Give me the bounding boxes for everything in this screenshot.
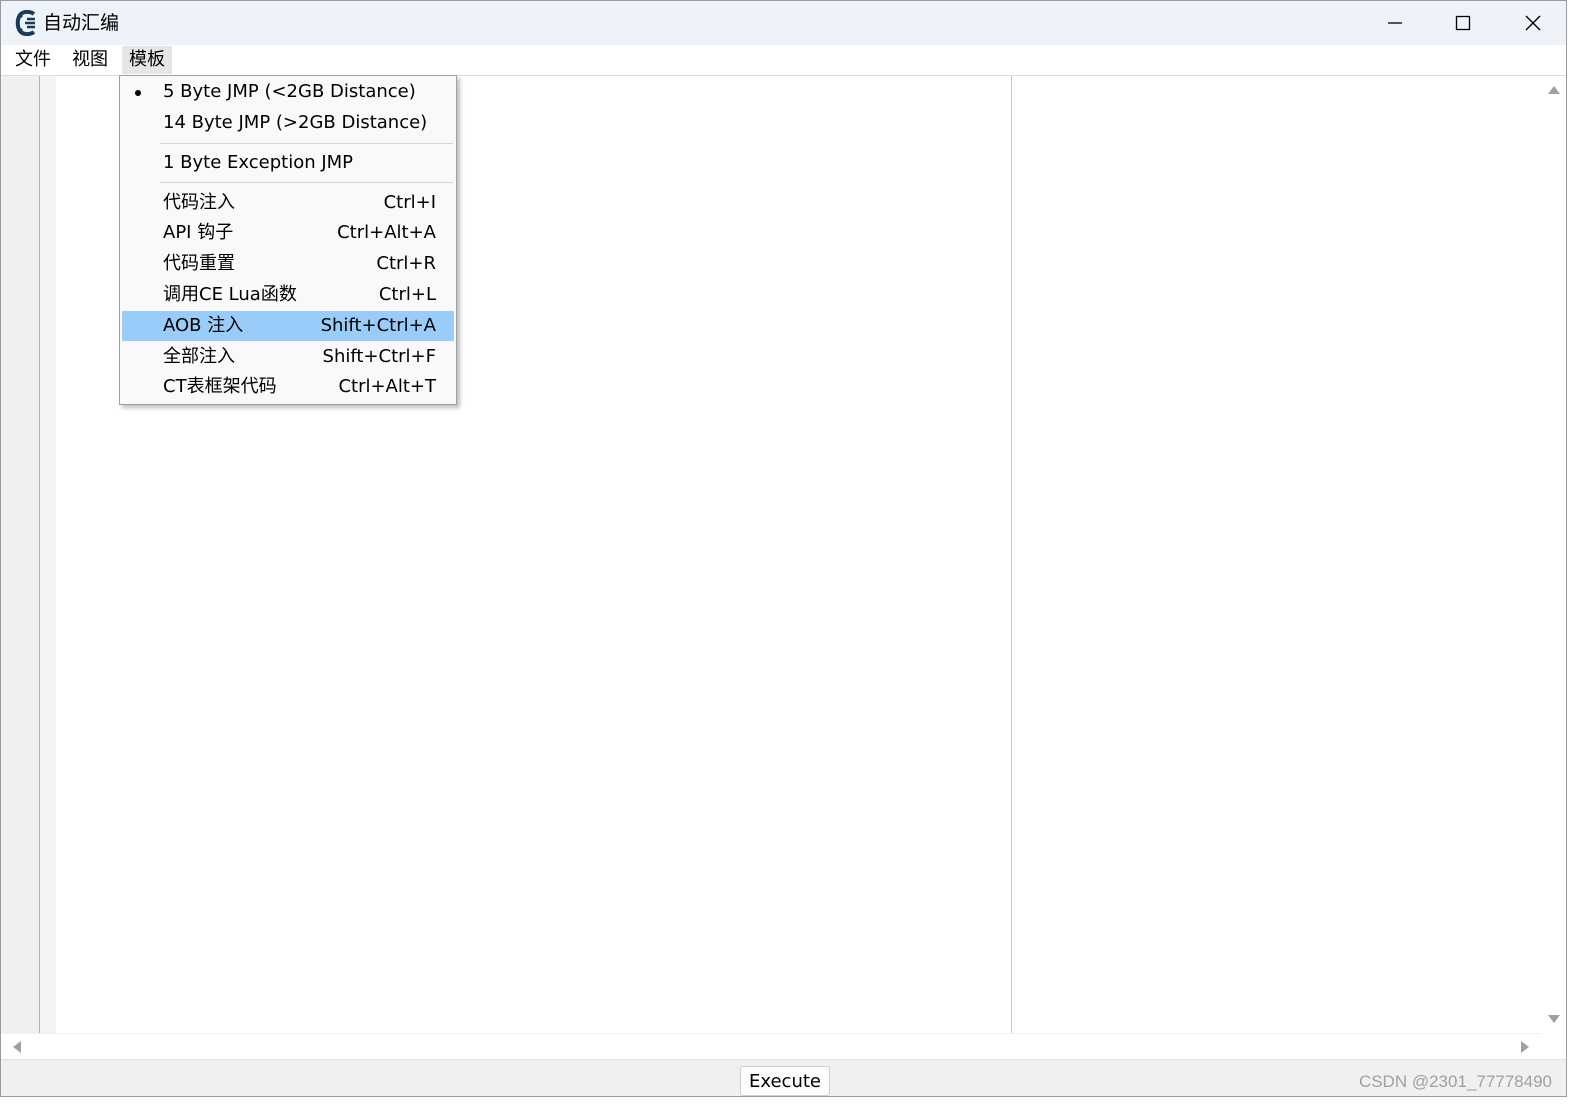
menu-item-code-relocation[interactable]: 代码重置 Ctrl+R [122,249,454,279]
execute-button[interactable]: Execute [740,1066,830,1096]
maximize-icon [1455,15,1471,31]
scroll-down-arrow-icon[interactable] [1547,1014,1561,1024]
horizontal-scrollbar[interactable] [1,1033,1541,1060]
maximize-button[interactable] [1430,1,1496,45]
scroll-left-arrow-icon[interactable] [12,1040,22,1054]
line-number-gutter [1,76,40,1033]
background-edge [1567,0,1581,1108]
menu-separator [160,182,453,183]
close-icon [1525,15,1541,31]
menu-item-aob-injection[interactable]: AOB 注入 Shift+Ctrl+A [122,311,454,341]
menu-view[interactable]: 视图 [65,46,115,74]
menu-item-ct-framework-code[interactable]: CT表框架代码 Ctrl+Alt+T [122,372,454,402]
bottom-panel: Execute CSDN @2301_77778490 [1,1059,1566,1096]
scroll-up-arrow-icon[interactable] [1547,85,1561,95]
menu-item-1byte-exception-jmp[interactable]: 1 Byte Exception JMP [122,148,454,178]
menu-item-api-hook[interactable]: API 钩子 Ctrl+Alt+A [122,218,454,248]
right-margin-line [1011,76,1012,1033]
menu-separator [160,143,453,144]
minimize-icon [1388,22,1402,24]
watermark-text: CSDN @2301_77778490 [1358,1072,1552,1091]
cheat-engine-logo-icon [15,10,36,36]
fold-gutter [40,76,56,1033]
template-dropdown-menu: 5 Byte JMP (<2GB Distance) 14 Byte JMP (… [119,75,457,405]
minimize-button[interactable] [1362,1,1428,45]
menu-item-14byte-jmp[interactable]: 14 Byte JMP (>2GB Distance) [122,108,454,138]
window-title: 自动汇编 [43,12,120,34]
radio-bullet-icon [135,90,141,96]
menu-file[interactable]: 文件 [8,46,58,74]
close-button[interactable] [1500,1,1566,45]
menu-item-call-lua-function[interactable]: 调用CE Lua函数 Ctrl+L [122,280,454,310]
menu-item-5byte-jmp[interactable]: 5 Byte JMP (<2GB Distance) [122,77,454,107]
menu-item-code-injection[interactable]: 代码注入 Ctrl+I [122,188,454,218]
menu-bar: 文件 视图 模板 [1,45,1566,76]
vertical-scrollbar[interactable] [1541,76,1566,1033]
scroll-right-arrow-icon[interactable] [1520,1040,1530,1054]
title-bar[interactable]: 自动汇编 [1,1,1566,45]
menu-template[interactable]: 模板 [122,46,172,74]
background-edge [0,1097,1581,1108]
autoassemble-window: 自动汇编 文件 视图 模板 Execute CSDN @2301_7777849… [0,0,1567,1097]
menu-item-full-injection[interactable]: 全部注入 Shift+Ctrl+F [122,342,454,372]
